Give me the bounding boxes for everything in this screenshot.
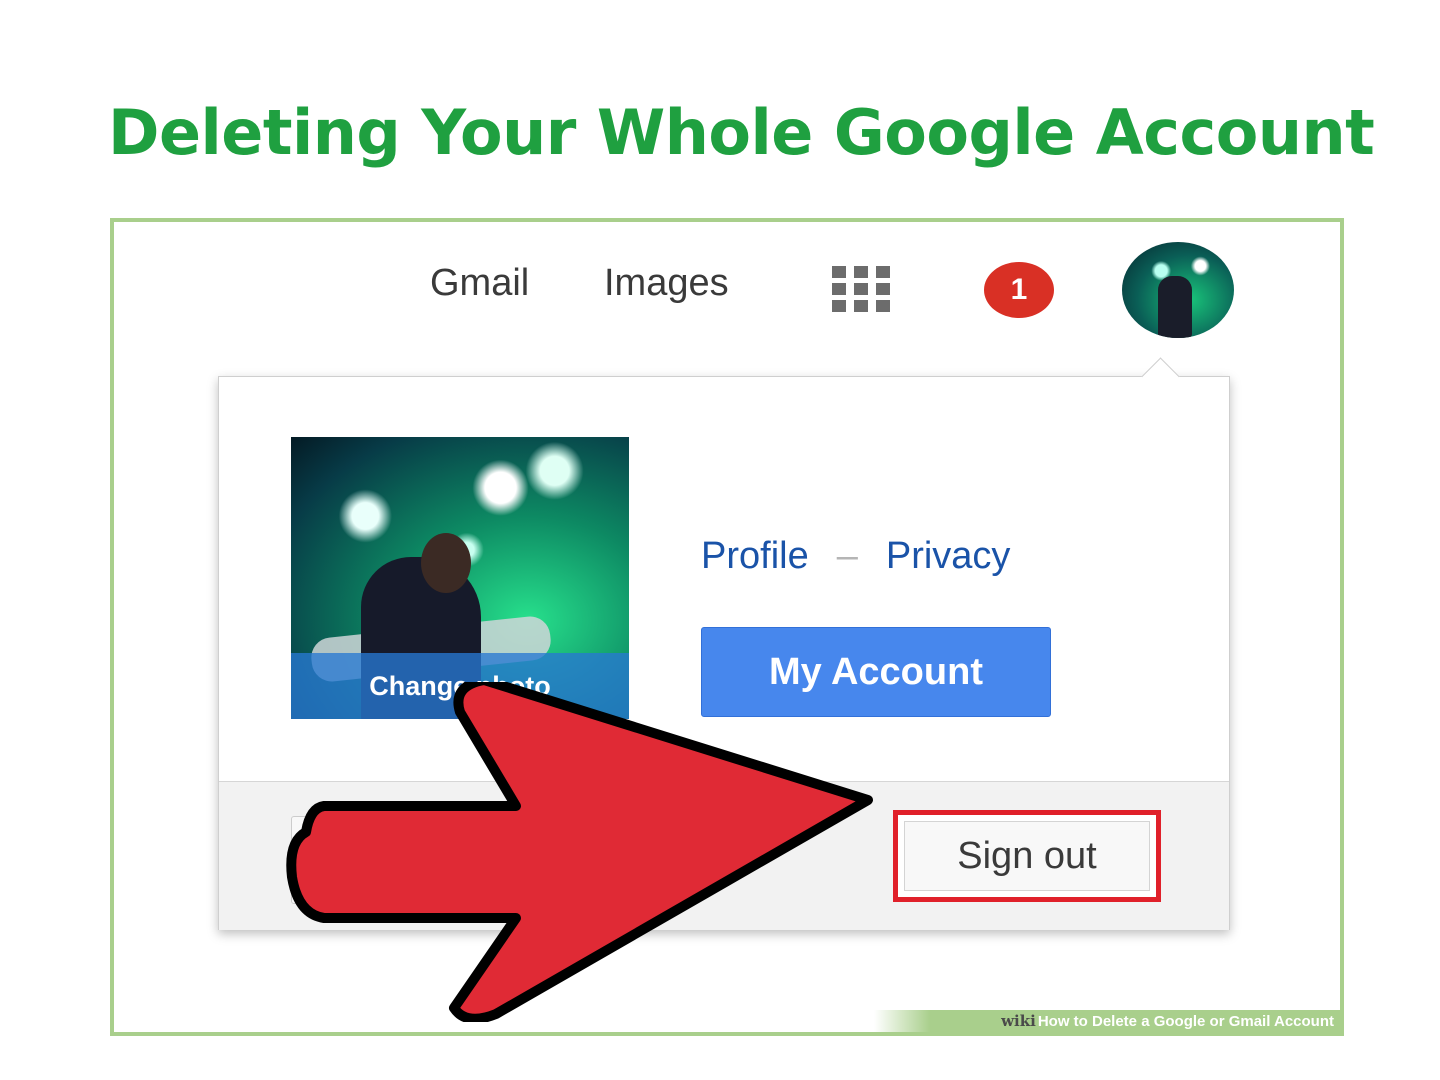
avatar[interactable]: [1122, 242, 1234, 338]
wikihow-watermark: wiki How to Delete a Google or Gmail Acc…: [874, 1010, 1340, 1032]
avatar-figure: [1158, 276, 1192, 338]
slide: Deleting Your Whole Google Account Gmail…: [0, 0, 1440, 1080]
sign-out-highlight: Sign out: [893, 810, 1161, 902]
watermark-text: How to Delete a Google or Gmail Account: [1037, 1012, 1334, 1030]
gmail-link[interactable]: Gmail: [430, 262, 529, 305]
page-title: Deleting Your Whole Google Account: [108, 96, 1375, 169]
images-link[interactable]: Images: [604, 262, 729, 305]
notification-badge[interactable]: 1: [984, 262, 1054, 318]
screenshot-frame: Gmail Images 1 Change photo Profile – Priv…: [110, 218, 1344, 1036]
privacy-link[interactable]: Privacy: [886, 535, 1011, 577]
profile-link[interactable]: Profile: [701, 535, 809, 577]
red-arrow-icon: [286, 682, 873, 1022]
dropdown-caret: [1141, 357, 1180, 396]
wikihow-logo: wiki: [1001, 1012, 1036, 1030]
photo-head: [421, 533, 471, 593]
notification-count: 1: [1010, 273, 1028, 306]
profile-links: Profile – Privacy: [701, 535, 1010, 578]
apps-grid-icon[interactable]: [832, 266, 890, 314]
link-separator: –: [836, 535, 858, 577]
sign-out-button[interactable]: Sign out: [904, 821, 1150, 891]
profile-photo[interactable]: Change photo: [291, 437, 629, 719]
